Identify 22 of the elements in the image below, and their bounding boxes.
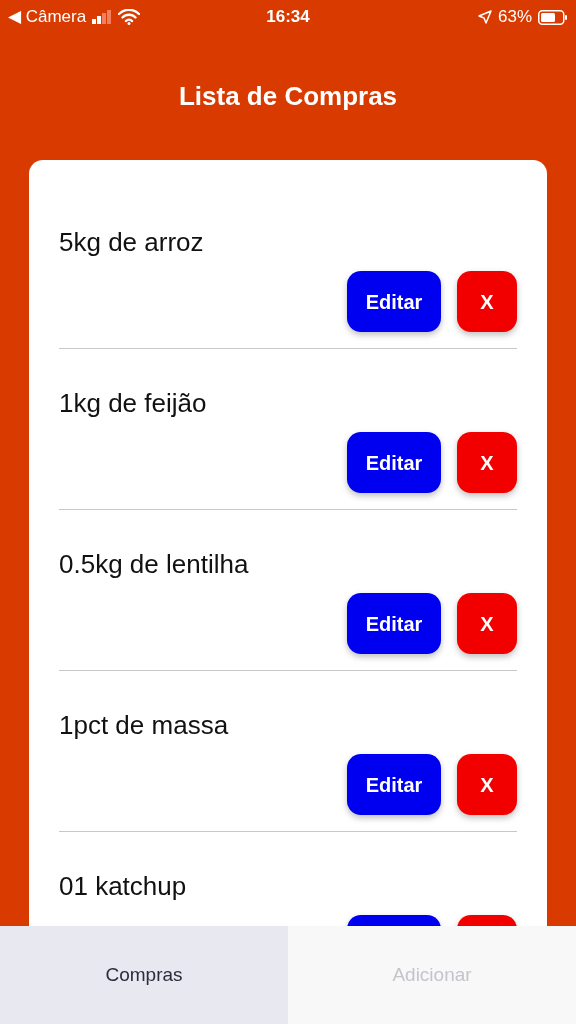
item-name: 5kg de arroz bbox=[59, 227, 205, 257]
back-link[interactable]: ◀ Câmera bbox=[8, 4, 87, 30]
status-time: 16:34 bbox=[266, 6, 310, 29]
location-arrow-icon bbox=[478, 10, 492, 24]
item-name: 01 katchup bbox=[59, 871, 188, 901]
delete-button[interactable]: X bbox=[457, 593, 517, 654]
wifi-icon bbox=[118, 9, 141, 25]
delete-button[interactable]: X bbox=[457, 271, 517, 332]
tab[interactable]: Compras bbox=[0, 926, 288, 1024]
delete-button[interactable]: X bbox=[457, 754, 517, 815]
edit-button[interactable]: Editar bbox=[347, 432, 441, 493]
item-name: 1kg de feijão bbox=[59, 388, 208, 418]
battery-percent: 63% bbox=[498, 6, 532, 29]
item-name: 0.5kg de lentilha bbox=[59, 549, 250, 579]
edit-button[interactable]: Editar bbox=[347, 593, 441, 654]
signal-icon bbox=[92, 10, 113, 24]
edit-button[interactable]: Editar bbox=[347, 754, 441, 815]
battery-icon bbox=[538, 9, 568, 25]
edit-button[interactable]: Editar bbox=[347, 271, 441, 332]
page-title: Lista de Compras bbox=[178, 81, 398, 113]
item-name: 1pct de massa bbox=[59, 710, 230, 740]
delete-button[interactable]: X bbox=[457, 432, 517, 493]
